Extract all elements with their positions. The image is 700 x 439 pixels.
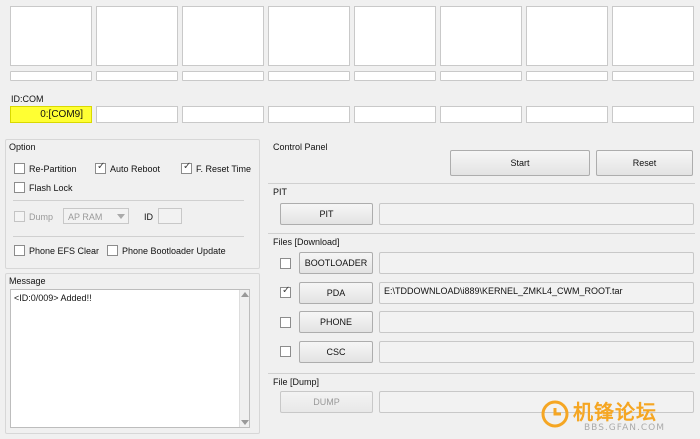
com-port-6 bbox=[440, 106, 522, 123]
dump-type-select[interactable]: AP RAM bbox=[63, 208, 129, 224]
port-progress-bar-5 bbox=[354, 71, 436, 81]
pit-path-field bbox=[379, 203, 694, 225]
start-button[interactable]: Start bbox=[450, 150, 590, 176]
repartition-checkbox[interactable] bbox=[14, 163, 25, 174]
file-dump-title: File [Dump] bbox=[273, 377, 320, 387]
pit-separator bbox=[268, 183, 695, 184]
port-status-box-5 bbox=[354, 6, 436, 66]
f-reset-time-checkbox[interactable] bbox=[181, 161, 192, 174]
port-progress-bar-2 bbox=[96, 71, 178, 81]
option-title: Option bbox=[9, 142, 36, 152]
chevron-down-icon bbox=[117, 214, 125, 219]
control-panel-title: Control Panel bbox=[273, 142, 328, 152]
idcom-label: ID:COM bbox=[11, 94, 44, 104]
id-input[interactable] bbox=[158, 208, 182, 224]
file-dump-separator bbox=[268, 373, 695, 374]
phone-bootloader-update-label: Phone Bootloader Update bbox=[122, 246, 226, 256]
pit-button[interactable]: PIT bbox=[280, 203, 373, 225]
dump-label: Dump bbox=[29, 212, 54, 222]
phone-checkbox[interactable] bbox=[280, 317, 291, 328]
port-status-box-7 bbox=[526, 6, 608, 66]
files-separator bbox=[268, 233, 695, 234]
port-status-box-1 bbox=[10, 6, 92, 66]
reset-button[interactable]: Reset bbox=[596, 150, 693, 176]
com-port-7 bbox=[526, 106, 608, 123]
repartition-label: Re-Partition bbox=[29, 164, 77, 174]
port-progress-bar-1 bbox=[10, 71, 92, 81]
phone-efs-clear-label: Phone EFS Clear bbox=[29, 246, 100, 256]
gfan-watermark: 机锋论坛 BBS.GFAN.COM bbox=[540, 396, 695, 436]
com-port-1: 0:[COM9] bbox=[10, 106, 92, 123]
com-port-4 bbox=[268, 106, 350, 123]
bootloader-checkbox[interactable] bbox=[280, 258, 291, 269]
port-status-box-4 bbox=[268, 6, 350, 66]
port-progress-bar-4 bbox=[268, 71, 350, 81]
bootloader-button[interactable]: BOOTLOADER bbox=[299, 252, 373, 274]
com-port-3 bbox=[182, 106, 264, 123]
dump-type-value: AP RAM bbox=[68, 212, 103, 222]
message-log-text: <ID:0/009> Added!! bbox=[14, 293, 92, 303]
flash-lock-checkbox[interactable] bbox=[14, 182, 25, 193]
phone-bootloader-update-checkbox[interactable] bbox=[107, 245, 118, 256]
phone-button[interactable]: PHONE bbox=[299, 311, 373, 333]
dump-button[interactable]: DUMP bbox=[280, 391, 373, 413]
bootloader-path-field bbox=[379, 252, 694, 274]
watermark-brand: 机锋论坛 bbox=[573, 400, 657, 424]
com-port-5 bbox=[354, 106, 436, 123]
files-title: Files [Download] bbox=[273, 237, 340, 247]
flash-lock-label: Flash Lock bbox=[29, 183, 73, 193]
com-port-2 bbox=[96, 106, 178, 123]
auto-reboot-checkbox[interactable] bbox=[95, 161, 106, 174]
watermark-url: BBS.GFAN.COM bbox=[584, 423, 665, 433]
port-progress-bar-6 bbox=[440, 71, 522, 81]
id-label: ID bbox=[144, 212, 153, 222]
csc-path-field bbox=[379, 341, 694, 363]
port-progress-bar-7 bbox=[526, 71, 608, 81]
dump-checkbox[interactable] bbox=[14, 211, 25, 222]
message-log[interactable]: <ID:0/009> Added!! bbox=[10, 289, 250, 428]
f-reset-time-label: F. Reset Time bbox=[196, 164, 252, 174]
port-progress-bar-8 bbox=[612, 71, 694, 81]
auto-reboot-label: Auto Reboot bbox=[110, 164, 161, 174]
pda-path-field: E:\TDDOWNLOAD\i889\KERNEL_ZMKL4_CWM_ROOT… bbox=[379, 282, 694, 304]
csc-checkbox[interactable] bbox=[280, 346, 291, 357]
message-scrollbar[interactable] bbox=[239, 290, 249, 427]
scroll-up-icon[interactable] bbox=[241, 292, 249, 297]
pda-button[interactable]: PDA bbox=[299, 282, 373, 304]
phone-path-field bbox=[379, 311, 694, 333]
message-title: Message bbox=[9, 276, 46, 286]
port-status-box-6 bbox=[440, 6, 522, 66]
port-status-box-8 bbox=[612, 6, 694, 66]
port-status-box-2 bbox=[96, 6, 178, 66]
port-status-box-3 bbox=[182, 6, 264, 66]
option-separator-2 bbox=[13, 236, 244, 237]
option-separator bbox=[13, 200, 244, 201]
gfan-logo-icon bbox=[541, 400, 569, 428]
port-progress-bar-3 bbox=[182, 71, 264, 81]
scroll-down-icon[interactable] bbox=[241, 420, 249, 425]
com-port-8 bbox=[612, 106, 694, 123]
pit-title: PIT bbox=[273, 187, 288, 197]
phone-efs-clear-checkbox[interactable] bbox=[14, 245, 25, 256]
pda-checkbox[interactable] bbox=[280, 285, 291, 298]
csc-button[interactable]: CSC bbox=[299, 341, 373, 363]
com-port-1-text: 0:[COM9] bbox=[40, 109, 83, 120]
